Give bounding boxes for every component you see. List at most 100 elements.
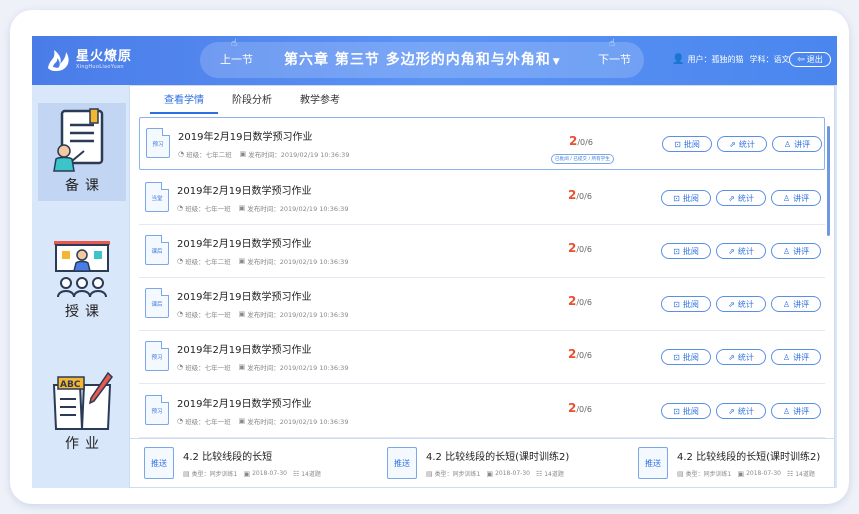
tab-stage-analysis[interactable]: 阶段分析 xyxy=(218,92,286,114)
tab-teaching-reference[interactable]: 教学参考 xyxy=(286,92,354,114)
comment-button[interactable]: ♙ 讲评 xyxy=(771,190,821,206)
stat-legend-badge: 已批阅 / 已提交 / 所有学生 xyxy=(551,154,614,164)
push-date: 2018-07-30 xyxy=(495,470,530,477)
class-name: 班级：七年一班 xyxy=(185,364,231,372)
question-count-icon: ☷ xyxy=(292,469,300,478)
list-item[interactable]: 课后 2019年2月19日数学预习作业 ◔ 班级：七年二班 ▣ 发布时间：2019/… xyxy=(139,225,825,278)
stats-button[interactable]: ⇗ 统计 xyxy=(717,136,767,152)
type-icon: ▤ xyxy=(426,469,433,478)
sidebar-item-label: 备课 xyxy=(65,178,105,194)
sidebar-item-teaching[interactable]: 授课 xyxy=(38,235,126,333)
class-icon: ◔ xyxy=(178,150,185,158)
publish-time: 发布时间：2019/02/19 10:36:39 xyxy=(247,418,349,426)
comment-button[interactable]: ♙ 讲评 xyxy=(771,349,821,365)
push-count: 14道题 xyxy=(301,471,321,478)
homework-title: 2019年2月19日数学预习作业 xyxy=(178,132,313,143)
chart-icon: ⇗ xyxy=(728,352,735,362)
class-name: 班级：七年二班 xyxy=(186,151,232,159)
publish-time: 发布时间：2019/02/19 10:36:39 xyxy=(248,151,350,159)
chevron-down-icon: ▼ xyxy=(552,57,561,67)
next-lesson-button[interactable]: ☝ 下一节 xyxy=(598,38,631,67)
homework-type-tag: 预习 xyxy=(151,409,163,415)
user-info: 👤 用户：孤独的猫 学科：语文 xyxy=(672,54,789,65)
review-button[interactable]: ⊡ 批阅 xyxy=(661,296,711,312)
chart-icon: ⇗ xyxy=(728,193,735,203)
publish-time: 发布时间：2019/02/19 10:36:39 xyxy=(247,258,349,266)
document-icon: 当堂 xyxy=(145,182,169,212)
submission-stat: 2/0/6 xyxy=(568,347,592,361)
review-button[interactable]: ⊡ 批阅 xyxy=(662,136,712,152)
app-screen: 星火燎原 XingHuoLiaoYuan ☝ 上一节 第六章 第三节 多边形的内… xyxy=(32,36,837,488)
homework-title: 2019年2月19日数学预习作业 xyxy=(177,239,312,250)
stats-button[interactable]: ⇗ 统计 xyxy=(716,403,766,419)
push-meta: ▤ 类型：同步训练1 ▣ 2018-07-30 ☷ 14道题 xyxy=(426,469,564,479)
next-lesson-label: 下一节 xyxy=(598,53,631,66)
push-item[interactable]: 推送 4.2 比较线段的长短(课时训练2) ▤ 类型：同步训练1 ▣ 2018-07… xyxy=(373,439,609,488)
homework-meta: ◔ 班级：七年一班 ▣ 发布时间：2019/02/19 10:36:39 xyxy=(177,362,348,372)
stamp-icon: ♙ xyxy=(783,139,792,149)
logo-title: 星火燎原 xyxy=(76,49,133,64)
push-meta: ▤ 类型：同步训练1 ▣ 2018-07-30 ☷ 14道题 xyxy=(183,469,321,479)
review-button[interactable]: ⊡ 批阅 xyxy=(661,403,711,419)
review-button[interactable]: ⊡ 批阅 xyxy=(661,349,711,365)
stats-button[interactable]: ⇗ 统计 xyxy=(716,243,766,259)
list-item[interactable]: 课后 2019年2月19日数学预习作业 ◔ 班级：七年一班 ▣ 发布时间：2019/… xyxy=(139,278,825,331)
homework-meta: ◔ 班级：七年一班 ▣ 发布时间：2019/02/19 10:36:39 xyxy=(177,416,348,426)
push-recommendations: 推送 4.2 比较线段的长短 ▤ 类型：同步训练1 ▣ 2018-07-30 ☷ 14… xyxy=(130,438,834,487)
list-item[interactable]: 预习 2019年2月19日数学预习作业 ◔ 班级：七年一班 ▣ 发布时间：2019/… xyxy=(139,331,825,384)
homework-title: 2019年2月19日数学预习作业 xyxy=(177,345,312,356)
push-item[interactable]: 推送 4.2 比较线段的长短 ▤ 类型：同步训练1 ▣ 2018-07-30 ☷ 14… xyxy=(130,439,366,488)
tab-study-status[interactable]: 查看学情 xyxy=(150,92,218,114)
sidebar-item-lesson-prep[interactable]: 备课 xyxy=(38,103,126,201)
teaching-icon xyxy=(54,241,110,298)
list-item[interactable]: 预习 2019年2月19日数学预习作业 ◔ 班级：七年二班 ▣ 发布时间：2019/… xyxy=(139,117,825,170)
comment-button[interactable]: ♙ 讲评 xyxy=(771,296,821,312)
sidebar-item-label: 授课 xyxy=(65,304,105,320)
push-item[interactable]: 推送 4.2 比较线段的长短(课时训练2) ▤ 类型：同步训练1 ▣ 2018-07… xyxy=(624,439,837,488)
submission-stat: 2/0/6 xyxy=(569,134,593,148)
scan-icon: ⊡ xyxy=(674,139,681,149)
logo-subtitle: XingHuoLiaoYuan xyxy=(76,64,124,70)
push-date: 2018-07-30 xyxy=(252,470,287,477)
pointer-hand-icon: ☝ xyxy=(231,38,238,49)
comment-button[interactable]: ♙ 讲评 xyxy=(771,403,821,419)
calendar-icon: ▣ xyxy=(238,363,246,371)
top-header: 星火燎原 XingHuoLiaoYuan ☝ 上一节 第六章 第三节 多边形的内… xyxy=(32,36,837,85)
list-item[interactable]: 当堂 2019年2月19日数学预习作业 ◔ 班级：七年一班 ▣ 发布时间：2019/… xyxy=(139,172,825,225)
lesson-navigator: ☝ 上一节 第六章 第三节 多边形的内角和与外角和 ▼ ☝ 下一节 xyxy=(200,38,644,78)
subject-label: 学科：语文 xyxy=(749,55,790,64)
stat-totals: /0/6 xyxy=(576,192,592,201)
class-icon: ◔ xyxy=(177,204,184,212)
calendar-icon: ▣ xyxy=(238,310,246,318)
stats-button[interactable]: ⇗ 统计 xyxy=(716,190,766,206)
class-name: 班级：七年一班 xyxy=(185,205,231,213)
lesson-title-dropdown[interactable]: 第六章 第三节 多边形的内角和与外角和 ▼ xyxy=(284,49,561,69)
review-button[interactable]: ⊡ 批阅 xyxy=(661,190,711,206)
class-name: 班级：七年一班 xyxy=(185,418,231,426)
scan-icon: ⊡ xyxy=(673,299,680,309)
stat-totals: /0/6 xyxy=(576,351,592,360)
stats-button[interactable]: ⇗ 统计 xyxy=(716,296,766,312)
submission-stat: 2/0/6 xyxy=(568,188,592,202)
prev-lesson-button[interactable]: ☝ 上一节 xyxy=(220,38,253,67)
homework-type-tag: 当堂 xyxy=(151,196,163,202)
chart-icon: ⇗ xyxy=(728,246,735,256)
homework-icon: ABC xyxy=(52,371,113,430)
comment-button[interactable]: ♙ 讲评 xyxy=(772,136,822,152)
comment-button[interactable]: ♙ 讲评 xyxy=(771,243,821,259)
calendar-icon: ▣ xyxy=(737,469,745,478)
review-button[interactable]: ⊡ 批阅 xyxy=(661,243,711,259)
list-scrollbar[interactable] xyxy=(827,126,830,236)
push-count: 14道题 xyxy=(544,471,564,478)
stat-totals: /0/6 xyxy=(576,298,592,307)
logout-button[interactable]: ⇦ 退出 xyxy=(789,52,831,67)
push-date: 2018-07-30 xyxy=(746,470,781,477)
main-panel: 查看学情 阶段分析 教学参考 预习 2019年2月19日数学预习作业 ◔ 班级：七… xyxy=(129,85,835,488)
stats-button[interactable]: ⇗ 统计 xyxy=(716,349,766,365)
list-item[interactable]: 预习 2019年2月19日数学预习作业 ◔ 班级：七年一班 ▣ 发布时间：2019/… xyxy=(139,385,825,438)
sidebar-item-homework[interactable]: ABC 作业 xyxy=(38,367,126,465)
chart-icon: ⇗ xyxy=(728,299,735,309)
user-name: 用户：孤独的猫 xyxy=(687,55,744,64)
publish-time: 发布时间：2019/02/19 10:36:39 xyxy=(247,364,349,372)
homework-title: 2019年2月19日数学预习作业 xyxy=(177,292,312,303)
